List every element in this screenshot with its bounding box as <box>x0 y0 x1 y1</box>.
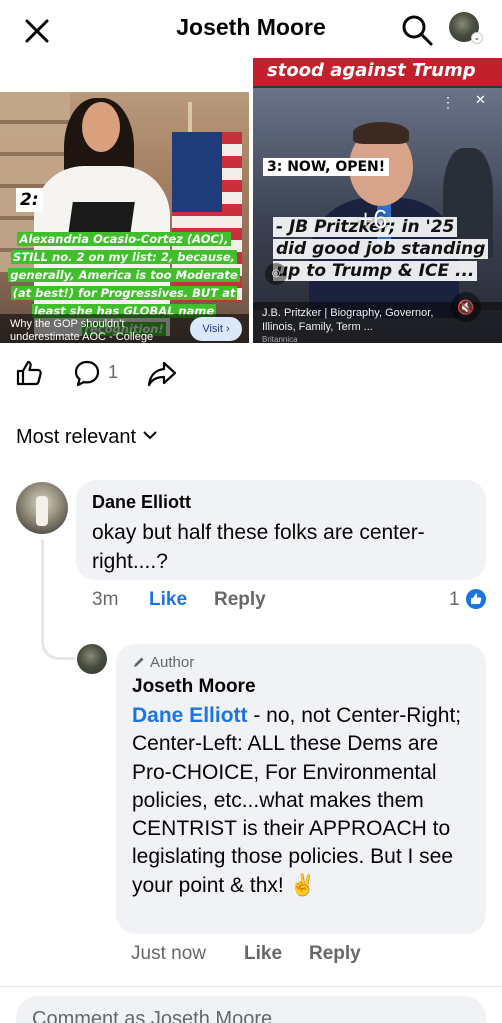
avatar[interactable] <box>77 644 107 674</box>
ad-headline[interactable]: Why the GOP shouldn't underestimate AOC … <box>10 318 180 343</box>
comment-text: okay but half these folks are center-rig… <box>92 521 425 573</box>
top-bar: Joseth Moore ⌄ <box>0 0 502 58</box>
divider <box>0 986 502 987</box>
comment-icon <box>74 360 100 387</box>
reply-text: Dane Elliott - no, not Center-Right; Cen… <box>132 704 462 897</box>
chevron-down-icon <box>143 431 157 440</box>
ad-card-pritzker[interactable]: stood against Trump ⋮ ✕ 3: NOW, OPEN! - … <box>253 58 502 343</box>
comment-count: 1 <box>108 362 119 382</box>
flag-canton <box>172 132 222 212</box>
reply-author[interactable]: Joseth Moore <box>132 676 256 698</box>
share-icon[interactable] <box>146 358 178 388</box>
search-icon[interactable] <box>400 13 434 47</box>
ad-info-icon[interactable]: ◎ <box>265 263 287 285</box>
headline-banner: stood against Trump <box>253 58 502 86</box>
ad-source: Britannica <box>262 335 298 343</box>
more-photos-count[interactable]: +6 <box>358 204 388 235</box>
sort-label: Most relevant <box>16 426 137 448</box>
avatar[interactable] <box>16 482 68 534</box>
reply-button[interactable]: Reply <box>309 943 361 965</box>
reply-button[interactable]: Reply <box>214 589 266 611</box>
chevron-down-icon: ⌄ <box>471 32 483 44</box>
ad-headline[interactable]: J.B. Pritzker | Biography, Governor, Ill… <box>262 306 442 334</box>
ad-card-aoc[interactable]: 2: Alexandria Ocasio-Cortez (AOC), STILL… <box>0 92 249 343</box>
reply-meta: Just now Like Reply <box>131 943 491 969</box>
ad-footer: Why the GOP shouldn't underestimate AOC … <box>0 314 249 343</box>
like-button[interactable]: Like <box>244 943 282 965</box>
mute-icon[interactable]: 🔇 <box>451 292 481 322</box>
close-icon[interactable]: ✕ <box>475 92 486 108</box>
more-options-icon[interactable]: ⋮ <box>441 94 455 111</box>
like-reaction-icon[interactable] <box>466 589 486 609</box>
thread-connector <box>41 600 75 660</box>
comment-meta: 3m Like Reply 1 <box>92 589 492 615</box>
mention-link[interactable]: Dane Elliott <box>132 704 248 727</box>
comment-author[interactable]: Dane Elliott <box>92 492 191 513</box>
author-badge: Author <box>132 654 194 671</box>
reply-bubble[interactable]: Author Joseth Moore Dane Elliott - no, n… <box>116 644 486 934</box>
pencil-icon <box>134 657 144 667</box>
comment-sort-dropdown[interactable]: Most relevant <box>16 426 158 449</box>
profile-avatar-button[interactable]: ⌄ <box>449 12 483 46</box>
like-icon[interactable] <box>14 358 44 388</box>
post-actions: 1 <box>0 352 502 396</box>
ad-carousel[interactable]: 2: Alexandria Ocasio-Cortez (AOC), STILL… <box>0 58 502 343</box>
reaction-count[interactable]: 1 <box>449 589 460 611</box>
like-button[interactable]: Like <box>149 589 187 611</box>
rank-number: 2: <box>16 188 43 212</box>
rank-number: 3: NOW, OPEN! <box>263 158 390 176</box>
reply-timestamp[interactable]: Just now <box>131 943 206 965</box>
comment-button[interactable]: 1 <box>72 358 122 388</box>
comment-timestamp[interactable]: 3m <box>92 589 118 611</box>
comment-input[interactable]: Comment as Joseth Moore <box>16 996 486 1023</box>
person-face <box>82 102 120 152</box>
person-hair <box>353 122 409 144</box>
comment-bubble[interactable]: Dane Elliott okay but half these folks a… <box>76 480 486 580</box>
comment-placeholder: Comment as Joseth Moore <box>32 1008 273 1023</box>
visit-button[interactable]: Visit › <box>190 317 242 341</box>
